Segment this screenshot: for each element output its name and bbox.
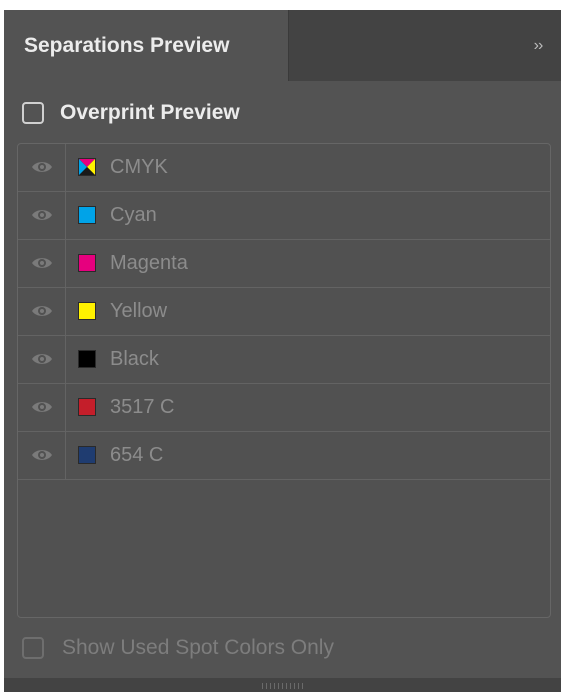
separation-row-cyan[interactable]: Cyan: [18, 192, 550, 240]
separation-row-3517c[interactable]: 3517 C: [18, 384, 550, 432]
separation-row-yellow[interactable]: Yellow: [18, 288, 550, 336]
separation-row-black[interactable]: Black: [18, 336, 550, 384]
tab-label: Separations Preview: [24, 34, 230, 57]
separation-name: Magenta: [110, 252, 188, 274]
separation-name: 654 C: [110, 444, 164, 466]
show-used-spot-colors-checkbox[interactable]: [22, 637, 44, 659]
visibility-toggle[interactable]: [18, 144, 66, 191]
overprint-preview-label[interactable]: Overprint Preview: [60, 101, 240, 125]
color-swatch: [78, 254, 96, 272]
separations-preview-panel: Separations Preview ›› Overprint Preview: [4, 10, 561, 692]
separation-name: Yellow: [110, 300, 168, 322]
separations-list: CMYK Cyan Magenta Yellow Black 3517 C 65…: [17, 143, 551, 618]
visibility-toggle[interactable]: [18, 288, 66, 335]
separation-name: Black: [110, 348, 159, 370]
eye-icon: [32, 210, 52, 220]
eye-icon: [32, 402, 52, 412]
tab-separations-preview[interactable]: Separations Preview: [4, 10, 288, 81]
color-swatch: [78, 398, 96, 416]
resize-grip-icon[interactable]: [262, 683, 304, 689]
eye-icon: [32, 306, 52, 316]
color-swatch: [78, 446, 96, 464]
panel-resize-bar: [4, 678, 561, 692]
separation-name: 3517 C: [110, 396, 175, 418]
visibility-toggle[interactable]: [18, 384, 66, 431]
cmyk-icon: [78, 158, 96, 176]
eye-icon: [32, 162, 52, 172]
overprint-preview-checkbox[interactable]: [22, 102, 44, 124]
separation-row-654c[interactable]: 654 C: [18, 432, 550, 480]
separation-row-cmyk[interactable]: CMYK: [18, 144, 550, 192]
collapse-panel-icon[interactable]: ››: [523, 34, 553, 58]
overprint-preview-option[interactable]: Overprint Preview: [22, 99, 422, 131]
color-swatch: [78, 206, 96, 224]
visibility-toggle[interactable]: [18, 192, 66, 239]
panel-tab-bar: Separations Preview ››: [4, 10, 561, 81]
separation-name: Cyan: [110, 204, 157, 226]
visibility-toggle[interactable]: [18, 336, 66, 383]
visibility-toggle[interactable]: [18, 432, 66, 479]
show-used-spot-colors-option[interactable]: Show Used Spot Colors Only: [22, 634, 442, 664]
separation-row-magenta[interactable]: Magenta: [18, 240, 550, 288]
show-used-spot-colors-label[interactable]: Show Used Spot Colors Only: [62, 636, 334, 660]
separation-name: CMYK: [110, 156, 168, 178]
eye-icon: [32, 450, 52, 460]
color-swatch: [78, 350, 96, 368]
tab-divider: [288, 10, 289, 81]
eye-icon: [32, 258, 52, 268]
color-swatch: [78, 302, 96, 320]
eye-icon: [32, 354, 52, 364]
visibility-toggle[interactable]: [18, 240, 66, 287]
